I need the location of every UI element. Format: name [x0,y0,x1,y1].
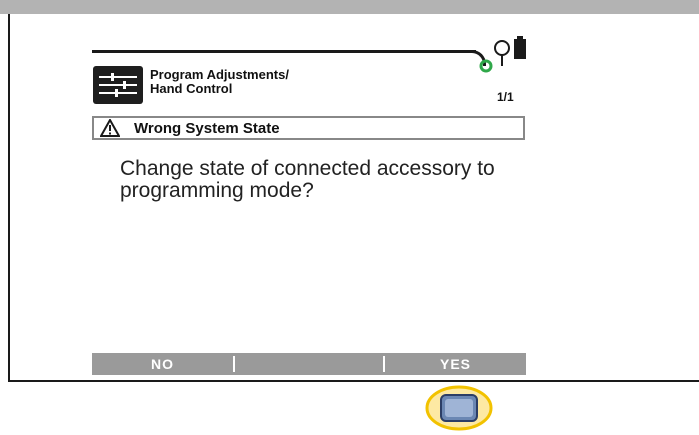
warning-triangle-icon [100,119,120,137]
middle-softkey[interactable] [233,356,385,372]
top-strip [0,0,699,14]
menu-title: Program Adjustments/ Hand Control [150,68,289,96]
header-line [92,50,476,53]
dialog-message: Change state of connected accessory to p… [120,157,495,202]
sliders-icon [93,66,143,104]
status-icons [479,36,526,73]
softkey-bar: NO YES [92,353,526,375]
warning-banner: Wrong System State [92,116,525,140]
menu-title-line2: Hand Control [150,81,233,96]
yes-softkey[interactable]: YES [385,353,526,375]
menu-title-line1: Program Adjustments/ [150,67,289,82]
hearing-aid-status-icon [494,40,510,66]
no-softkey[interactable]: NO [92,353,233,375]
battery-icon [514,36,526,59]
page-indicator: 1/1 [497,90,514,104]
right-softkey-button-icon[interactable] [424,384,494,432]
warning-title: Wrong System State [134,119,280,137]
connection-ring-icon [479,59,493,73]
